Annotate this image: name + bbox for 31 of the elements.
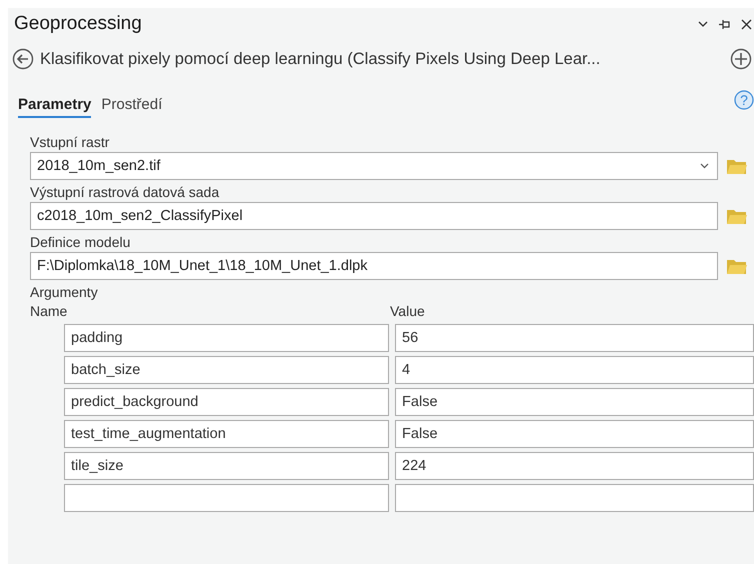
input-field[interactable]: 4 bbox=[395, 356, 754, 384]
tool-title: Klasifikovat pixely pomocí deep learningu (Classify Pixels Using Deep Lear... bbox=[40, 50, 602, 68]
tab[interactable]: Prostředí bbox=[101, 96, 162, 118]
column-header: Value bbox=[390, 302, 425, 320]
table-cell: test_time_augmentation bbox=[64, 420, 390, 448]
chevron-down-icon bbox=[700, 163, 709, 169]
table-cell: batch_size bbox=[64, 356, 390, 384]
back-icon[interactable] bbox=[12, 48, 34, 70]
input-field[interactable]: False bbox=[395, 420, 754, 448]
tab[interactable]: Parametry bbox=[18, 96, 92, 118]
input-field[interactable]: 224 bbox=[395, 452, 754, 480]
input-field[interactable]: False bbox=[395, 388, 754, 416]
column-header: Name bbox=[30, 302, 68, 320]
pane-title: Geoprocessing bbox=[14, 13, 142, 35]
section-label: Argumenty bbox=[30, 283, 98, 302]
chevron-down-icon[interactable] bbox=[698, 20, 708, 28]
table-cell: padding bbox=[64, 324, 390, 352]
parameter-label: Definice modelu bbox=[30, 233, 130, 252]
input-field[interactable]: 56 bbox=[395, 324, 754, 352]
pin-icon[interactable] bbox=[718, 18, 731, 30]
table-cell: tile_size bbox=[64, 452, 390, 480]
table-cell: predict_background bbox=[64, 388, 390, 416]
input-field[interactable]: F:\Diplomka\18_10M_Unet_1\18_10M_Unet_1.dlpk bbox=[30, 252, 718, 280]
table-cell[interactable] bbox=[64, 484, 390, 512]
parameter-label: Vstupní rastr bbox=[30, 133, 110, 152]
close-icon[interactable] bbox=[741, 18, 752, 30]
input-field[interactable] bbox=[395, 484, 754, 512]
parameter-label: Výstupní rastrová datová sada bbox=[30, 183, 220, 202]
input-field[interactable]: c2018_10m_sen2_ClassifyPixel bbox=[30, 202, 718, 230]
add-icon[interactable] bbox=[730, 48, 752, 70]
dropdown-field[interactable]: 2018_10m_sen2.tif bbox=[30, 152, 718, 180]
